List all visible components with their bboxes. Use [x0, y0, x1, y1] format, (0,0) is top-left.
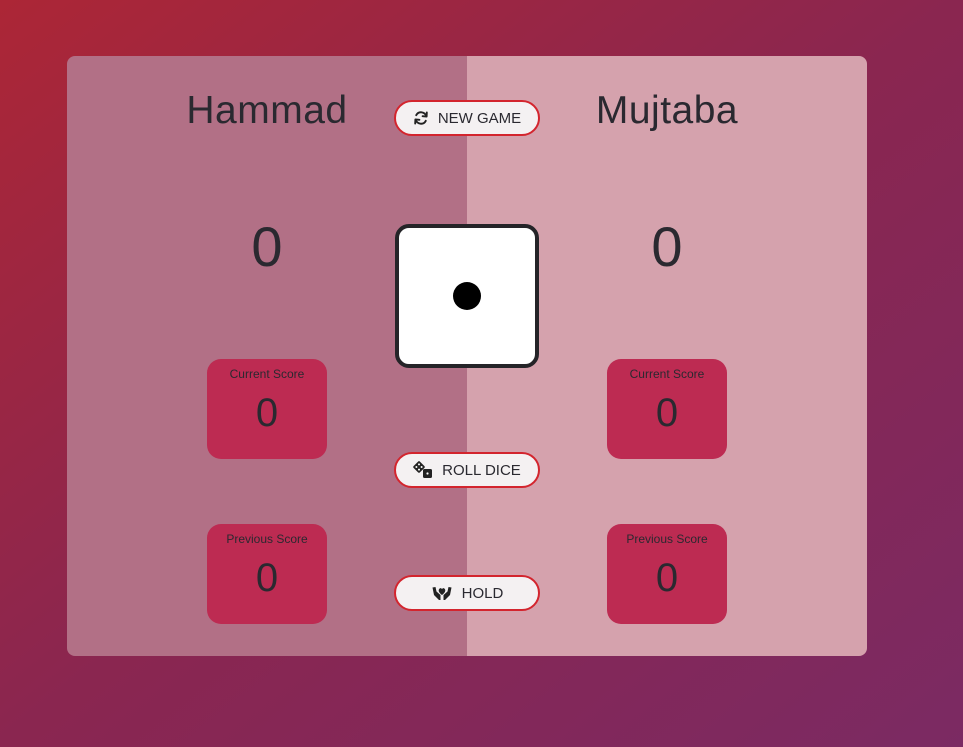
hold-label: HOLD — [461, 584, 504, 602]
current-score-box: Current Score 0 — [207, 359, 327, 459]
new-game-label: NEW GAME — [437, 109, 522, 127]
previous-score-label: Previous Score — [626, 532, 708, 546]
previous-score-box: Previous Score 0 — [207, 524, 327, 624]
previous-score-box: Previous Score 0 — [607, 524, 727, 624]
roll-dice-label: ROLL DICE — [442, 461, 521, 479]
hold-hands-icon — [431, 585, 453, 601]
previous-score-label: Previous Score — [226, 532, 308, 546]
new-game-button[interactable]: NEW GAME — [394, 100, 540, 136]
roll-dice-button[interactable]: ROLL DICE — [394, 452, 540, 488]
dice-pip — [453, 282, 481, 310]
dice-icon — [413, 461, 433, 479]
dice — [395, 224, 539, 368]
hold-button[interactable]: HOLD — [394, 575, 540, 611]
current-score-label: Current Score — [629, 367, 705, 381]
current-score-value: 0 — [255, 391, 279, 435]
refresh-icon — [413, 110, 429, 126]
current-score-box: Current Score 0 — [607, 359, 727, 459]
previous-score-value: 0 — [655, 556, 679, 600]
previous-score-value: 0 — [255, 556, 279, 600]
current-score-value: 0 — [655, 391, 679, 435]
current-score-label: Current Score — [229, 367, 305, 381]
